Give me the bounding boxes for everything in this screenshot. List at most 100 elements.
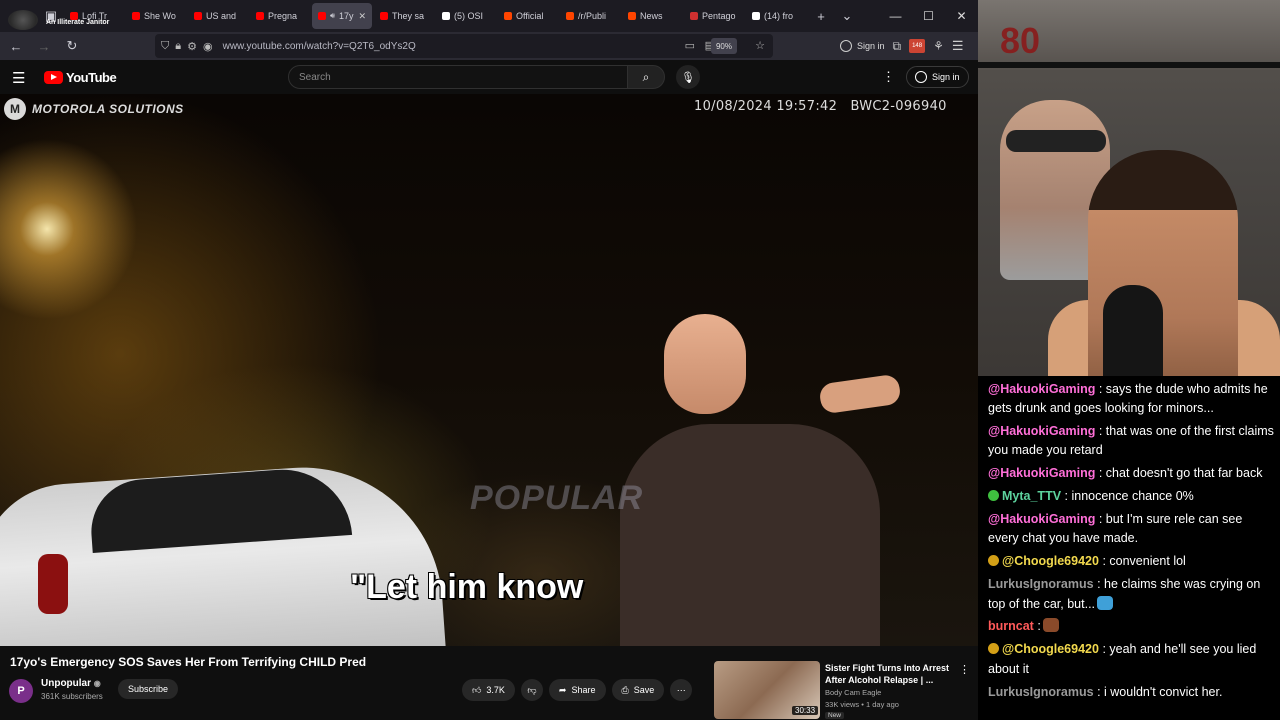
- tab-close-icon[interactable]: ✕: [358, 11, 366, 22]
- tab-label: Official: [516, 11, 544, 21]
- address-bar[interactable]: ⛉ 🔒︎ ⚙ ◉ www.youtube.com/watch?v=Q2T6_od…: [155, 34, 773, 58]
- app-menu-icon[interactable]: ☰: [952, 38, 964, 54]
- chat-username[interactable]: burncat: [988, 619, 1034, 633]
- browser-tab[interactable]: /r/Publi: [560, 3, 620, 29]
- channel-name[interactable]: Unpopular ◉: [41, 678, 101, 689]
- youtube-logo[interactable]: YouTube: [44, 70, 117, 85]
- chat-badge-icon: [988, 555, 999, 567]
- profile-avatar[interactable]: [8, 10, 38, 30]
- recommended-video[interactable]: 30:33 Sister Fight Turns Into Arrest Aft…: [714, 661, 974, 720]
- more-options-icon[interactable]: ⋮: [882, 69, 895, 85]
- man-body-shape: [620, 424, 880, 646]
- zoom-level[interactable]: 90%: [710, 38, 737, 54]
- search-icon: ⌕: [642, 69, 650, 84]
- tab-list-chevron-icon[interactable]: ⌄: [834, 3, 860, 29]
- microphone-shape: [1103, 285, 1163, 376]
- car-taillight-shape: [38, 554, 68, 614]
- browser-tab[interactable]: (14) fro: [746, 3, 806, 29]
- share-button[interactable]: ➦ Share: [548, 679, 606, 701]
- forward-button[interactable]: →: [30, 32, 58, 60]
- puzzle-icon[interactable]: ⚘: [933, 39, 944, 53]
- recommended-more-icon[interactable]: ⋮: [959, 663, 970, 676]
- voice-search-button[interactable]: 🎙︎: [676, 65, 700, 89]
- tab-favicon-icon: [318, 12, 326, 20]
- browser-tab[interactable]: News: [622, 3, 682, 29]
- browser-tab[interactable]: Pregna: [250, 3, 310, 29]
- tab-favicon-icon: [628, 12, 636, 20]
- recommended-title[interactable]: Sister Fight Turns Into Arrest After Alc…: [825, 662, 960, 686]
- tab-label: US and: [206, 11, 237, 21]
- new-tab-button[interactable]: +: [808, 3, 834, 29]
- close-window-button[interactable]: ✕: [945, 0, 978, 32]
- browser-tab[interactable]: Official: [498, 3, 558, 29]
- browser-signin-button[interactable]: Sign in: [840, 40, 885, 52]
- chat-username[interactable]: LurkusIgnoramus: [988, 685, 1094, 699]
- tab-favicon-icon: [194, 12, 202, 20]
- profile-label: An Illiterate Janitor: [46, 19, 110, 26]
- navigation-bar: ← → ↻ ⛉ 🔒︎ ⚙ ◉ www.youtube.com/watch?v=Q…: [0, 32, 978, 60]
- bodycam-timestamp: 10/08/2024 19:57:42 BWC2-096940: [694, 99, 947, 114]
- chat-username[interactable]: LurkusIgnoramus: [988, 577, 1094, 591]
- speaker-icon[interactable]: 🔊︎: [330, 11, 335, 21]
- tab-favicon-icon: [256, 12, 264, 20]
- chat-username[interactable]: @Choogle69420: [1002, 642, 1099, 656]
- bookmark-icon: ⎙: [621, 684, 629, 695]
- bookmark-star-icon[interactable]: ☆: [755, 39, 765, 52]
- permissions-icon[interactable]: ⚙: [187, 40, 197, 53]
- shield-icon[interactable]: ⛉: [161, 40, 169, 53]
- chat-message: @HakuokiGaming : chat doesn't go that fa…: [988, 464, 1274, 483]
- tab-label: 17y: [339, 11, 354, 21]
- chat-message: @HakuokiGaming : that was one of the fir…: [988, 422, 1274, 461]
- reload-button[interactable]: ↻: [58, 32, 86, 60]
- browser-tab[interactable]: She Wo: [126, 3, 186, 29]
- browser-tab[interactable]: Pentago: [684, 3, 744, 29]
- search-input[interactable]: Search: [288, 65, 628, 89]
- dislike-button[interactable]: 👎︎: [520, 679, 543, 701]
- eye-icon[interactable]: ◉: [203, 40, 213, 53]
- chat-message: burncat :: [988, 617, 1274, 636]
- back-button[interactable]: ←: [2, 32, 30, 60]
- subscribe-button[interactable]: Subscribe: [118, 679, 179, 699]
- url-text[interactable]: www.youtube.com/watch?v=Q2T6_odYs2Q: [223, 41, 416, 52]
- chat-username[interactable]: @HakuokiGaming: [988, 424, 1095, 438]
- tab-favicon-icon: [380, 12, 388, 20]
- recommended-duration: 30:33: [792, 706, 819, 715]
- chat-text: : convenient lol: [1102, 554, 1186, 569]
- browser-tab[interactable]: (5) OSI: [436, 3, 496, 29]
- picture-in-picture-icon[interactable]: ▭: [685, 39, 695, 52]
- minimize-button[interactable]: —: [879, 0, 912, 32]
- tab-favicon-icon: [442, 12, 450, 20]
- video-player[interactable]: M MOTOROLA SOLUTIONS 10/08/2024 19:57:42…: [0, 94, 978, 646]
- lock-icon[interactable]: 🔒︎: [175, 40, 181, 53]
- youtube-header: ☰ YouTube Search ⌕ 🎙︎ ⋮ Sign in: [0, 60, 978, 94]
- extension-badge[interactable]: 148: [909, 39, 926, 53]
- more-icon: ⋯: [676, 684, 686, 695]
- maximize-button[interactable]: ☐: [912, 0, 945, 32]
- recommended-channel: Body Cam Eagle: [825, 688, 882, 697]
- chat-username[interactable]: @HakuokiGaming: [988, 382, 1095, 396]
- bodycam-brand: M MOTOROLA SOLUTIONS: [4, 98, 184, 120]
- tab-strip: An Illiterate Janitor ▣ Lofi Tr She Wo US …: [0, 0, 978, 32]
- browser-tab[interactable]: They sa: [374, 3, 434, 29]
- chat-username[interactable]: @HakuokiGaming: [988, 512, 1095, 526]
- account-icon: [915, 71, 927, 83]
- hamburger-menu-icon[interactable]: ☰: [12, 69, 25, 87]
- more-actions-button[interactable]: ⋯: [670, 679, 693, 701]
- browser-tab[interactable]: 🔊︎ 17y ✕: [312, 3, 372, 29]
- chat-message: Myta_TTV : innocence chance 0%: [988, 487, 1274, 506]
- save-button[interactable]: ⎙ Save: [611, 679, 665, 701]
- tab-label: They sa: [392, 11, 425, 21]
- youtube-signin-button[interactable]: Sign in: [906, 66, 969, 88]
- extensions-icon[interactable]: ⧉: [893, 39, 902, 54]
- search-button[interactable]: ⌕: [627, 65, 665, 89]
- chat-username[interactable]: @HakuokiGaming: [988, 466, 1095, 480]
- chat-username[interactable]: @Choogle69420: [1002, 554, 1099, 568]
- tab-favicon-icon: [132, 12, 140, 20]
- like-button[interactable]: 👍︎ 3.7K: [462, 679, 515, 701]
- chat-username[interactable]: Myta_TTV: [1002, 489, 1061, 503]
- browser-tab[interactable]: US and: [188, 3, 248, 29]
- channel-avatar[interactable]: P: [9, 679, 33, 703]
- subscriber-count: 361K subscribers: [41, 692, 103, 701]
- extension-count: 148: [912, 43, 923, 49]
- video-actions: 👍︎ 3.7K 👎︎ ➦ Share ⎙ Save ⋯: [462, 679, 693, 701]
